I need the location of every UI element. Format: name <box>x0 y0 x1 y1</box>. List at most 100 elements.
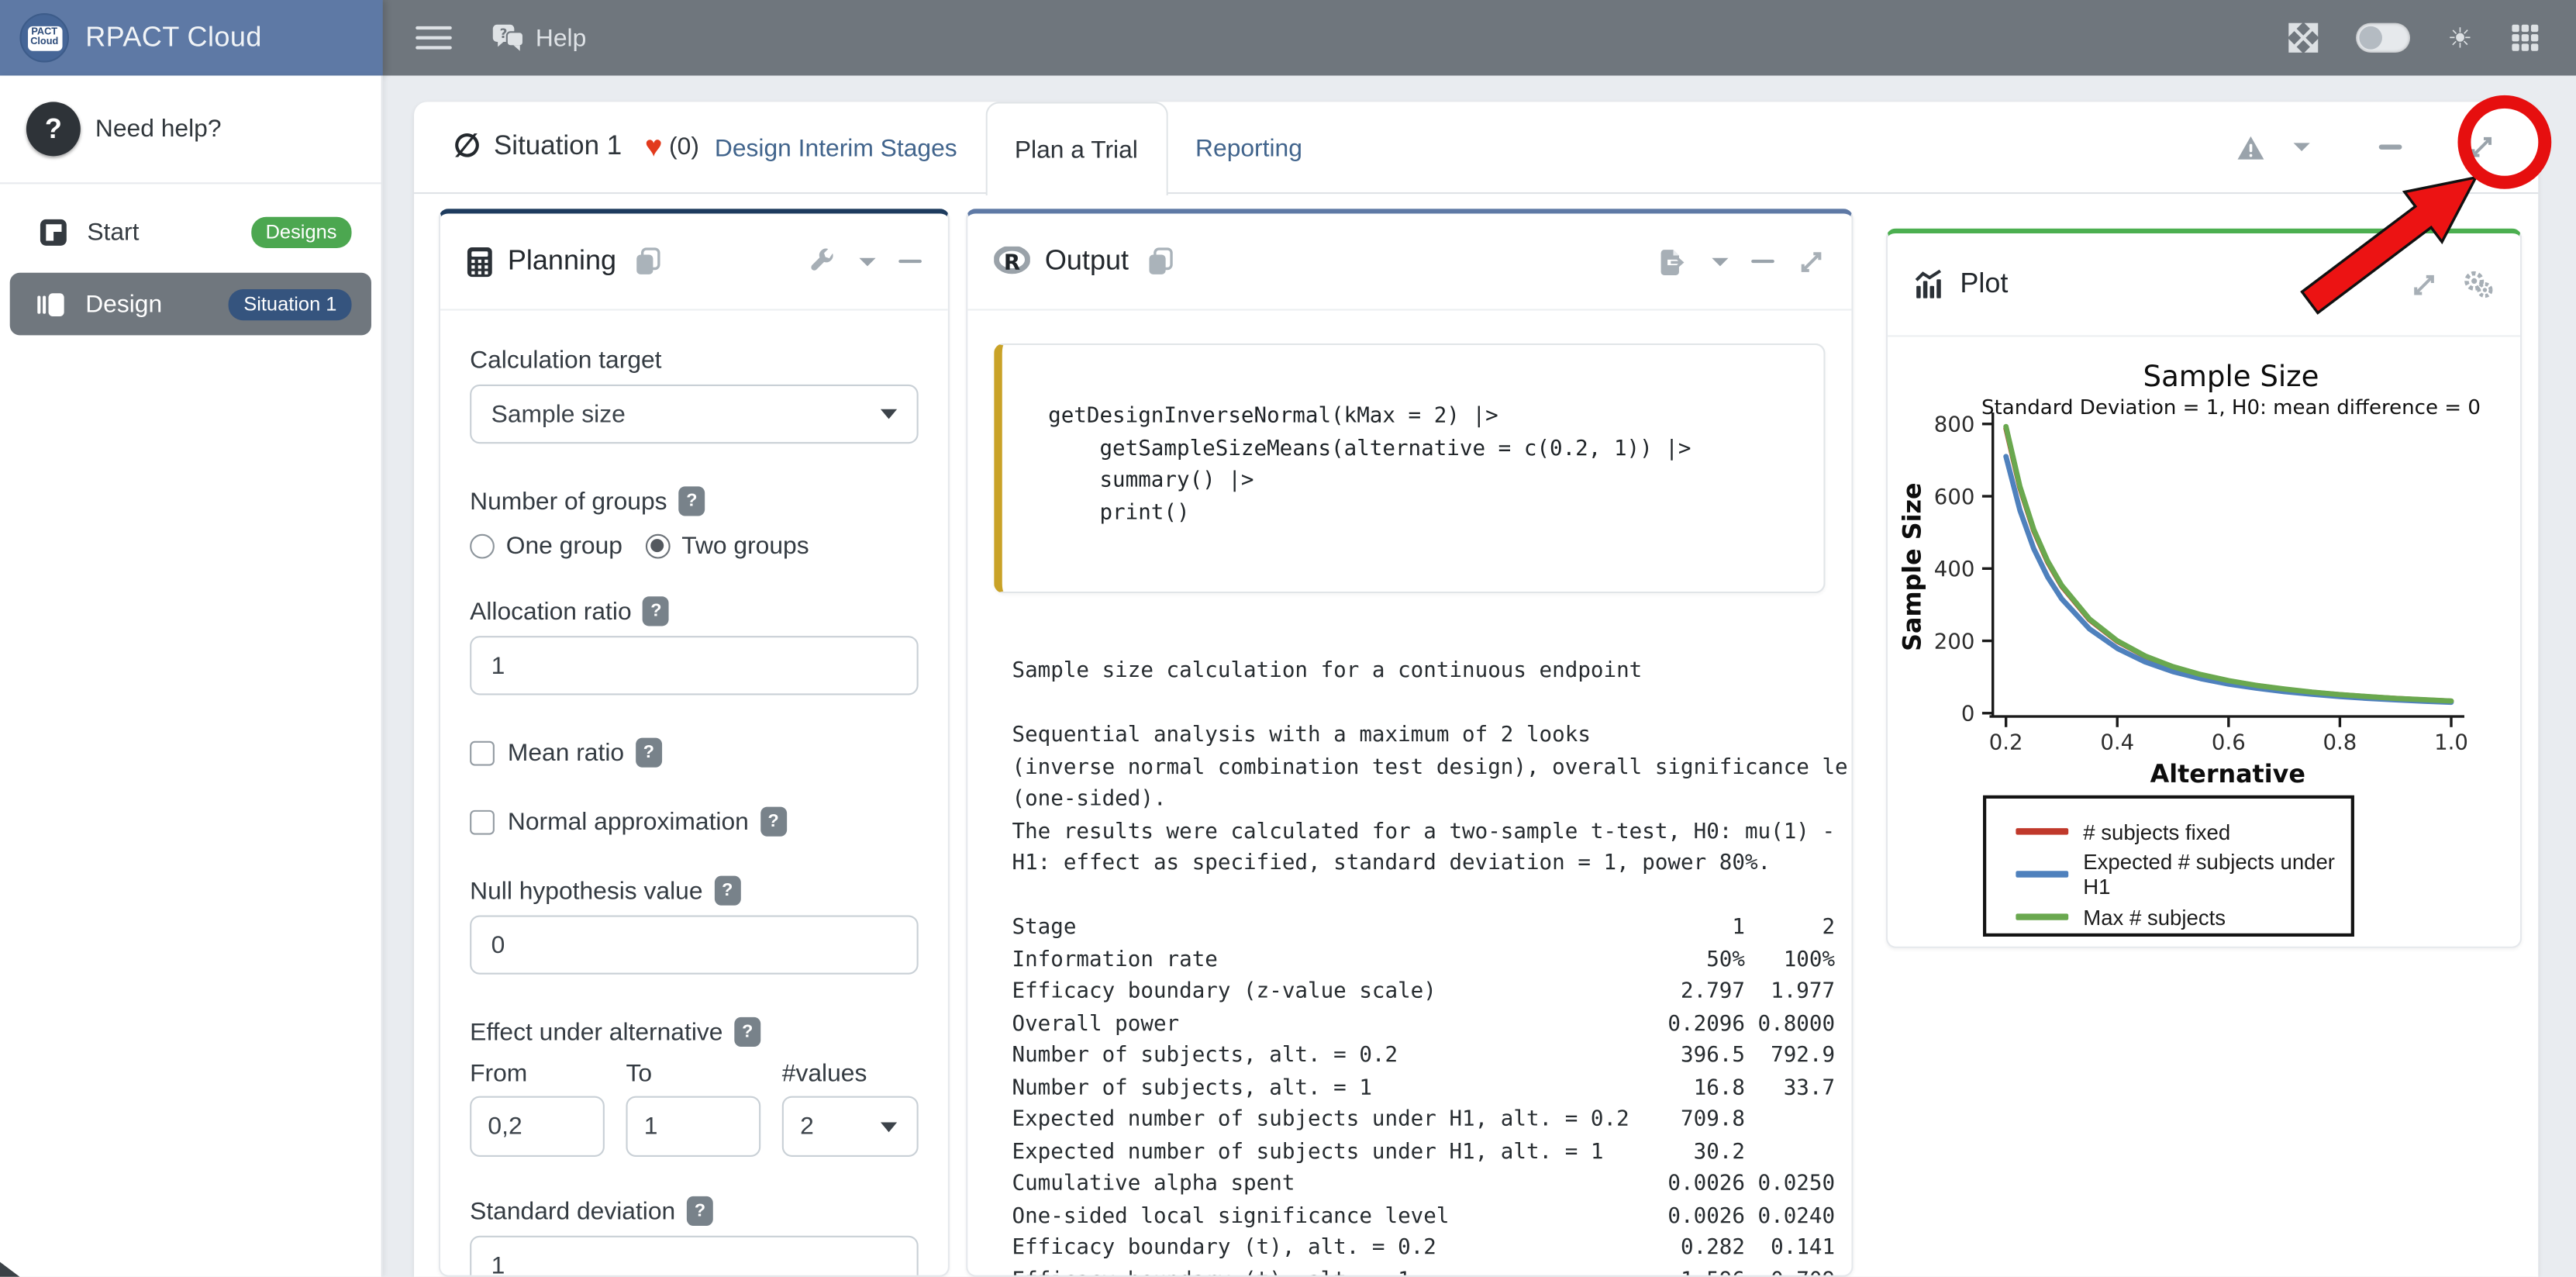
logo-text-1: PACT <box>30 27 58 38</box>
calculation-target-select[interactable]: Sample size <box>470 385 919 443</box>
legend-swatch-red <box>2016 829 2068 834</box>
copy-icon[interactable] <box>634 247 662 276</box>
apps-grid-icon[interactable] <box>2510 23 2540 53</box>
favorites-heart-icon[interactable]: ♥ <box>645 129 663 164</box>
design-icon <box>36 290 66 318</box>
expand-plot-icon[interactable] <box>2410 271 2438 299</box>
sidebar-item-start[interactable]: Start Designs <box>10 207 371 257</box>
effect-range-row: From 0,2 To 1 #values 2 <box>470 1060 919 1157</box>
situation-card: ∅ Situation 1 ♥ (0) Design Interim Stage… <box>414 102 2538 1276</box>
wrench-dropdown-caret-icon[interactable] <box>859 257 875 266</box>
export-file-icon[interactable] <box>1657 247 1688 275</box>
output-text: Sample size calculation for a continuous… <box>1012 656 1851 1277</box>
x-axis-title: Alternative <box>2150 761 2305 789</box>
legend-swatch-blue <box>2016 871 2068 877</box>
svg-text:800: 800 <box>1934 412 1975 437</box>
allocation-ratio-value: 1 <box>491 651 505 679</box>
expand-output-icon[interactable] <box>1798 247 1826 275</box>
r-code-block[interactable]: getDesignInverseNormal(kMax = 2) |> getS… <box>994 343 1825 593</box>
standard-deviation-label: Standard deviation ? <box>470 1196 919 1226</box>
svg-text:0: 0 <box>1961 702 1975 727</box>
minimize-planning-icon[interactable] <box>898 259 922 263</box>
legend-item: Max # subjects <box>1986 896 2350 938</box>
mean-ratio-row: Mean ratio ? <box>470 738 919 768</box>
warning-triangle-icon[interactable] <box>2236 134 2265 160</box>
sidebar-divider <box>0 182 381 184</box>
chart-title: Sample Size <box>2143 360 2319 393</box>
to-input[interactable]: 1 <box>626 1096 760 1157</box>
brand-area[interactable]: PACT Cloud RPACT Cloud <box>0 0 383 75</box>
sidebar-toggle-hamburger-icon[interactable] <box>416 19 452 56</box>
help-badge-icon[interactable]: ? <box>714 876 740 906</box>
legend-label: Expected # subjects under H1 <box>2083 850 2350 899</box>
brand-title: RPACT Cloud <box>85 22 262 54</box>
help-chat-icon: ? <box>491 22 526 53</box>
minimize-output-icon[interactable] <box>1751 259 1774 263</box>
sidebar: ? Need help? Start Designs Design Situat… <box>0 75 383 1276</box>
select-caret-icon <box>881 409 897 419</box>
help-badge-icon[interactable]: ? <box>643 596 669 626</box>
values-label: #values <box>782 1060 919 1088</box>
svg-text:200: 200 <box>1934 629 1975 654</box>
groups-radio-row: One group Two groups <box>470 533 919 561</box>
tab-plan-a-trial[interactable]: Plan a Trial <box>985 102 1167 195</box>
designs-badge: Designs <box>250 216 351 247</box>
from-label: From <box>470 1060 605 1088</box>
calculator-icon <box>467 246 493 277</box>
one-group-radio[interactable] <box>470 534 495 559</box>
export-dropdown-caret-icon[interactable] <box>1712 257 1728 266</box>
output-title: Output <box>1045 245 1129 278</box>
r-logo-icon: R <box>994 247 1030 276</box>
tab-design-interim-stages[interactable]: Design Interim Stages <box>687 102 985 194</box>
help-badge-icon[interactable]: ? <box>760 807 787 837</box>
need-help-item[interactable]: ? Need help? <box>0 75 381 182</box>
standard-deviation-input[interactable]: 1 <box>470 1236 919 1277</box>
mean-ratio-label: Mean ratio ? <box>508 738 662 768</box>
help-badge-icon[interactable]: ? <box>678 486 705 516</box>
help-menu[interactable]: ? Help <box>491 22 587 53</box>
copy-icon[interactable] <box>1147 247 1174 276</box>
start-icon <box>40 218 67 246</box>
calculation-target-label: Calculation target <box>470 347 919 374</box>
light-mode-sun-icon[interactable]: ☀ <box>2447 24 2472 52</box>
from-input[interactable]: 0,2 <box>470 1096 605 1157</box>
allocation-ratio-label: Allocation ratio ? <box>470 596 919 626</box>
plot-settings-gears-icon[interactable] <box>2461 270 2494 299</box>
one-group-label: One group <box>506 533 622 561</box>
r-code: getDesignInverseNormal(kMax = 2) |> getS… <box>1002 345 1824 529</box>
svg-text:600: 600 <box>1934 485 1975 509</box>
situation-title-group: ∅ Situation 1 ♥ (0) <box>414 128 699 166</box>
svg-text:0.2: 0.2 <box>1989 730 2023 754</box>
expand-card-icon[interactable] <box>2467 133 2495 161</box>
help-label: Help <box>536 24 586 52</box>
theme-toggle-switch[interactable] <box>2356 23 2410 53</box>
legend-item: # subjects fixed <box>1986 810 2350 853</box>
minimize-card-icon[interactable] <box>2379 145 2402 149</box>
fullscreen-arrows-icon[interactable] <box>2288 23 2318 53</box>
normal-approximation-checkbox[interactable] <box>470 809 495 834</box>
help-badge-icon[interactable]: ? <box>687 1196 713 1226</box>
two-groups-radio[interactable] <box>646 534 671 559</box>
calculation-target-value: Sample size <box>491 400 626 428</box>
select-caret-icon <box>881 1121 897 1131</box>
plot-panel-header: Plot <box>1888 233 2520 337</box>
planning-panel: Planning Calculation target Sample size <box>439 209 950 1277</box>
wrench-icon[interactable] <box>809 247 836 275</box>
mean-ratio-checkbox[interactable] <box>470 740 495 765</box>
warning-dropdown-caret-icon[interactable] <box>2294 143 2310 151</box>
output-panel-header: R Output <box>967 214 1851 311</box>
allocation-ratio-input[interactable]: 1 <box>470 636 919 695</box>
help-badge-icon[interactable]: ? <box>636 738 662 768</box>
svg-text:0.4: 0.4 <box>2100 730 2134 754</box>
chart-icon <box>1914 270 1945 299</box>
null-hypothesis-input[interactable]: 0 <box>470 915 919 974</box>
rpact-logo: PACT Cloud <box>19 13 69 63</box>
sidebar-item-design[interactable]: Design Situation 1 <box>10 273 371 336</box>
to-value: 1 <box>644 1113 658 1141</box>
tab-reporting[interactable]: Reporting <box>1167 102 1330 194</box>
chart-subtitle: Standard Deviation = 1, H0: mean differe… <box>1981 396 2481 419</box>
y-axis-title: Sample Size <box>1898 482 1926 651</box>
values-select[interactable]: 2 <box>782 1096 919 1157</box>
help-badge-icon[interactable]: ? <box>734 1017 760 1047</box>
svg-text:0.6: 0.6 <box>2212 730 2246 754</box>
